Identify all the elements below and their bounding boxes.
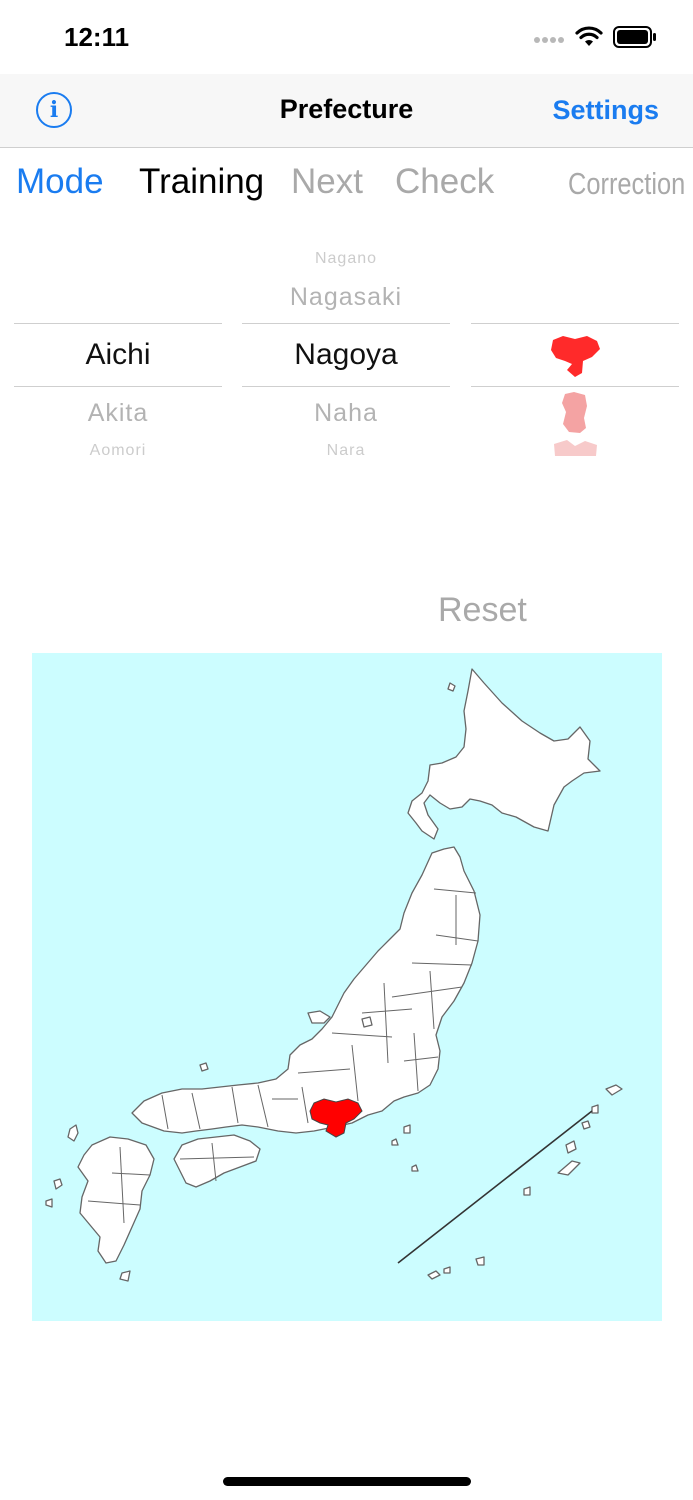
mode-button[interactable]: Mode — [16, 162, 104, 202]
wifi-icon — [575, 26, 603, 53]
picker-item-selected[interactable]: Aichi — [14, 338, 222, 372]
status-icons — [533, 26, 657, 53]
picker-item-below-far[interactable]: Nara — [242, 442, 450, 460]
training-label: Training — [139, 162, 265, 201]
shape-picker[interactable] — [471, 240, 679, 460]
okinawa-divider-line — [397, 1110, 593, 1264]
picker-item-below[interactable]: Naha — [242, 399, 450, 428]
japan-map[interactable] — [32, 653, 662, 1321]
picker-divider — [242, 386, 450, 387]
shikoku-island — [173, 1134, 261, 1188]
navigation-bar: i Prefecture Settings — [0, 74, 693, 148]
picker-item-above[interactable]: Nagasaki — [242, 283, 450, 312]
picker-item-selected[interactable]: Nagoya — [242, 338, 450, 372]
hokkaido-island — [407, 668, 601, 840]
picker-divider — [242, 323, 450, 324]
akita-shape-icon — [562, 392, 587, 433]
aichi-shape-icon — [551, 336, 600, 377]
honshu-island — [131, 846, 481, 1134]
picker-item-above-far[interactable]: Nagano — [242, 250, 450, 268]
capital-picker[interactable]: Nagano Nagasaki Nagoya Naha Nara — [242, 240, 450, 460]
prefecture-picker[interactable]: Aichi Akita Aomori — [14, 240, 222, 460]
next-button[interactable]: Next — [291, 162, 363, 202]
correction-button[interactable]: Correction — [568, 166, 685, 202]
check-button[interactable]: Check — [395, 162, 494, 202]
reset-button[interactable]: Reset — [438, 591, 527, 630]
shape-picker-graphics — [551, 336, 600, 456]
picker-item-below[interactable]: Akita — [14, 399, 222, 428]
kyushu-island — [77, 1136, 155, 1264]
mode-toolbar: Mode Training Next Check Correction — [0, 148, 693, 216]
status-time: 12:11 — [64, 22, 130, 52]
home-indicator — [223, 1477, 471, 1486]
battery-icon — [613, 26, 657, 53]
status-bar: 12:11 — [0, 0, 693, 74]
signal-dots-icon — [533, 31, 565, 49]
aomori-shape-icon — [554, 440, 597, 456]
aichi-highlight — [309, 1098, 363, 1138]
picker-item-below-far[interactable]: Aomori — [14, 442, 222, 460]
picker-divider — [14, 323, 222, 324]
picker-divider — [14, 386, 222, 387]
japan-map-graphic — [45, 668, 623, 1282]
settings-button[interactable]: Settings — [552, 95, 659, 126]
